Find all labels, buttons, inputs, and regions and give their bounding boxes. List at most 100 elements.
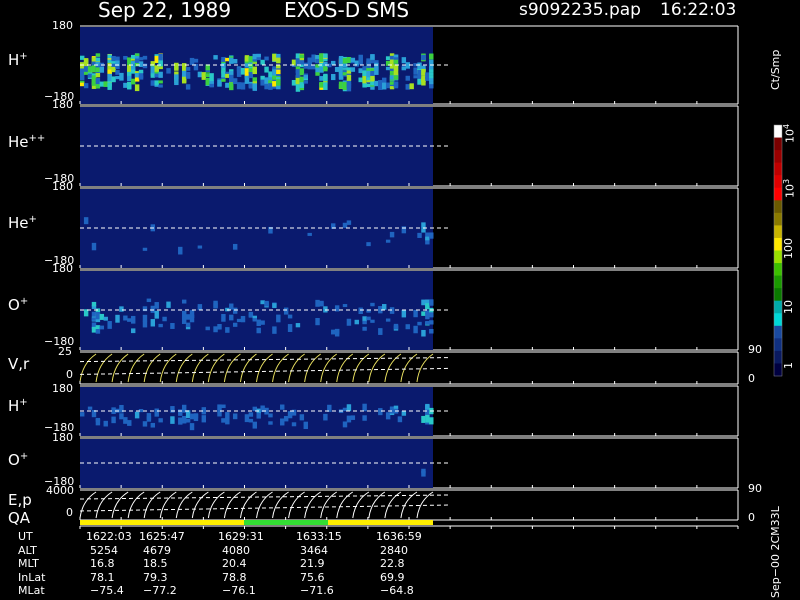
colorbar-swatch [774,162,782,176]
y-tick: 180 [52,382,73,395]
colorbar-swatch [774,338,782,352]
pitch-trace [143,353,161,383]
spectrogram-pixel [225,327,230,333]
spectrogram-pixel [417,75,422,80]
pitch-trace [79,491,97,519]
ephemeris-value: 79.3 [143,570,168,584]
spectrogram-pixel [115,314,120,323]
spectrogram-pixel [299,82,305,88]
spectrogram-pixel [417,232,422,238]
pitch-trace [239,353,257,383]
spectrogram-pixel [111,55,116,62]
spectrogram-pixel [154,80,159,86]
spectrogram-pixel [107,83,112,90]
spectrogram-pixel [197,245,203,249]
spectrogram-pixel [185,71,191,79]
spectrogram-pixel [358,307,363,315]
spectrogram-pixel [95,57,101,62]
spectrogram-pixel [229,303,234,310]
spectrogram-pixel [252,421,257,429]
ephemeris-value: 1625:47 [139,530,185,543]
pitch-trace [191,491,209,519]
spectrogram-pixel [268,83,273,90]
panel-label-e-p: E,p [8,491,32,509]
spectrogram-pixel [115,76,120,80]
spectrogram-pixel [409,83,414,90]
spectrogram-pixel [342,304,348,308]
pitch-trace [256,353,273,383]
spectrogram-pixel [256,327,261,334]
ephemeris-value: 75.6 [300,570,325,584]
spectrogram-pixel [205,73,210,78]
file-name: s9092235.pap [519,0,641,20]
spectrogram-pixel [119,306,124,312]
pitch-trace [191,353,209,383]
panel-label-h-plus-2: H+ [8,397,28,415]
spectrogram-pixel [95,80,101,85]
spectrogram-pixel [185,67,191,71]
spectrogram-pixel [150,66,156,74]
spectrogram-pixel [315,318,320,326]
colorbar-swatch [774,263,782,277]
qa-segment [328,520,433,525]
spectrogram-pixel [91,242,97,251]
spectrogram-pixel [197,71,203,78]
spectrogram-pixel [264,77,269,84]
spectrogram-pixel [421,75,426,83]
spectrogram-pixel [248,83,254,89]
spectrogram-pixel [421,299,426,306]
spectrogram-pixel [189,310,195,319]
pitch-trace [95,491,113,519]
spectrogram-pixel [99,67,105,73]
spectrogram-pixel [178,417,183,425]
spectrogram-pixel [303,62,308,69]
spectrogram-pixel [315,299,320,307]
spectrogram-pixel [346,56,352,64]
colorbar-swatch [774,237,782,251]
ephemeris-row-label: InLat [18,570,46,584]
spectrogram-pixel [248,418,254,423]
spectrogram-pixel [401,66,407,71]
pitch-trace [127,491,145,519]
spectrogram-pixel [303,421,308,430]
spectrogram-pixel [170,406,175,413]
spectrogram-pixel [429,84,434,89]
spectrogram-pixel [272,75,277,80]
spectrogram-pixel [95,67,101,73]
spectrogram-pixel [362,403,367,412]
spectrogram-pixel [83,217,89,225]
spectrogram-pixel [413,325,418,334]
spectrogram-pixel [138,69,144,74]
spectrogram-pixel [393,323,399,330]
spectrogram-pixel [154,65,159,72]
spectrogram-pixel [260,300,265,305]
spectrogram-pixel [260,79,265,86]
spectrogram-pixel [354,319,359,325]
spectrogram-pixel [142,63,148,69]
spectrogram-pixel [421,415,426,423]
spectrogram-pixel [429,78,434,82]
spectrogram-pixel [181,415,187,424]
spectrogram-pixel [389,307,395,314]
spectrogram-pixel [217,79,222,87]
spectrogram-pixel [127,65,132,72]
pitch-trace [207,353,225,383]
spectrogram-pixel [244,68,250,76]
spectrogram-pixel [134,72,140,78]
spectrogram-pixel [299,414,305,421]
ephemeris-value: 2840 [380,543,408,557]
spectrogram-pixel [276,58,281,64]
spectrogram-pixel [87,73,93,78]
spectrogram-pixel [229,57,234,64]
spectrogram-pixel [174,74,179,82]
spectrogram-pixel [142,320,148,328]
spectrogram-pixel [111,416,116,424]
spectrogram-pixel [346,318,352,326]
spectrogram-pixel [103,316,108,321]
spectrogram-pixel [244,414,250,423]
colorbar-swatch [774,313,782,327]
spectrogram-pixel [272,81,277,87]
spectrogram-pixel [142,421,148,427]
spectrogram-pixel [378,328,383,335]
spectrogram-pixel [366,83,371,88]
